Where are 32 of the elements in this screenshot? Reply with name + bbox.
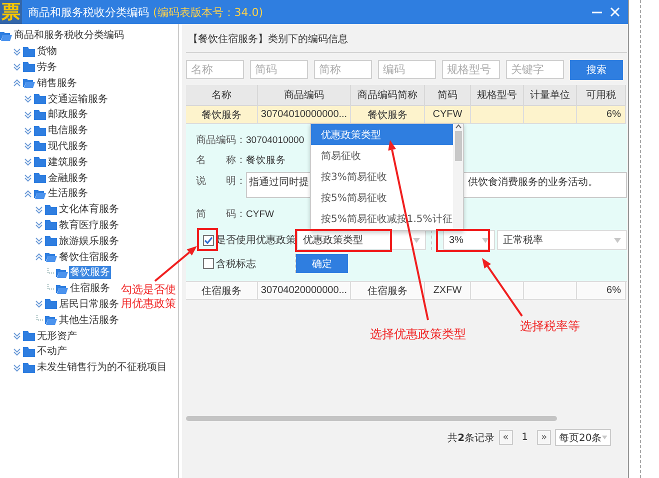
- app-logo: 票: [0, 0, 22, 24]
- table-cell: ZXFW: [425, 282, 471, 300]
- table-cell: 30704010000000...: [258, 106, 351, 124]
- annotation-text: 选择税率等: [520, 318, 580, 334]
- column-header: 简码: [425, 85, 471, 106]
- field-label: 商品编码：: [196, 134, 246, 147]
- field-value: 30704010000: [246, 134, 304, 146]
- table-cell: 30704020000000...: [258, 282, 351, 300]
- table-cell: 餐饮服务: [186, 106, 258, 124]
- column-header: 计量单位: [524, 85, 577, 106]
- column-header: 名称: [186, 85, 258, 106]
- field-label: 名 称：: [196, 154, 246, 167]
- table-cell: 住宿服务: [186, 282, 258, 300]
- field-value: CYFW: [246, 208, 274, 220]
- column-header: 可用税: [577, 85, 626, 106]
- record-count: 共2条记录: [448, 432, 495, 444]
- column-header: 商品编码: [258, 85, 351, 106]
- table-cell: 6%: [577, 106, 626, 124]
- version-label: (编码表版本号：34.0): [153, 4, 264, 20]
- annotation-text: 选择优惠政策类型: [370, 326, 466, 342]
- field-value: 餐饮服务: [246, 154, 286, 166]
- table-cell: CYFW: [425, 106, 471, 124]
- column-header: 商品编码简称: [351, 85, 425, 106]
- table-cell: 住宿服务: [351, 282, 425, 300]
- column-header: 规格型号: [471, 85, 524, 106]
- field-label: 简 码：: [196, 208, 246, 221]
- section-heading: 【餐饮住宿服务】类别下的编码信息: [187, 32, 349, 47]
- annotation-text: 勾选是否使用优惠政策: [121, 283, 177, 311]
- field-label: 说 明：: [196, 175, 246, 188]
- window-title: 商品和服务税收分类编码: [28, 4, 149, 20]
- table-cell: 6%: [577, 282, 626, 300]
- table-cell: 餐饮服务: [351, 106, 425, 124]
